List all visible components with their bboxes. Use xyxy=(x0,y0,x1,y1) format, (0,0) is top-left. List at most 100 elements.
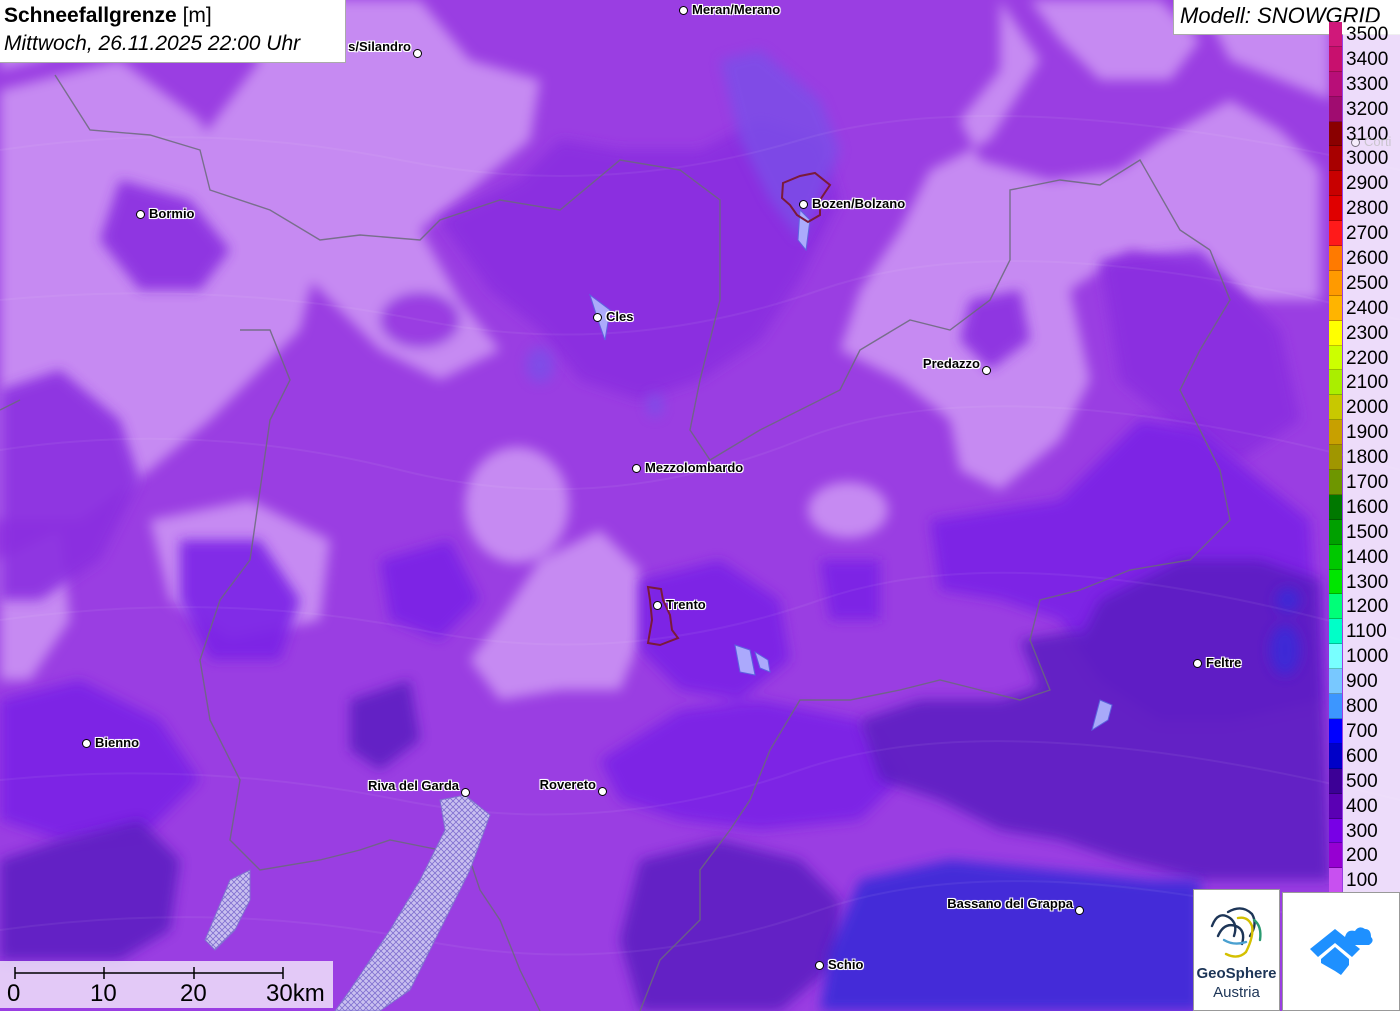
color-legend: 3500 3400 3300 3200 3100 3000 2900 2800 2700 2600… xyxy=(1329,22,1400,894)
legend-swatch xyxy=(1329,669,1342,695)
scale-label-20: 20 xyxy=(180,980,207,1007)
legend-swatch xyxy=(1329,221,1342,247)
city-label[interactable]: Bassano del Grappa xyxy=(947,896,1073,911)
city-marker[interactable] xyxy=(461,788,470,797)
city-label[interactable]: Mezzolombardo xyxy=(645,460,743,475)
legend-swatch xyxy=(1329,494,1342,520)
legend-swatch xyxy=(1329,171,1342,197)
legend-row: 2800 xyxy=(1329,196,1400,222)
legend-label: 2300 xyxy=(1343,320,1400,346)
city-label[interactable]: Riva del Garda xyxy=(368,778,459,793)
legend-swatch xyxy=(1329,320,1342,346)
legend-row: 2900 xyxy=(1329,171,1400,197)
legend-row: 800 xyxy=(1329,694,1400,719)
geosphere-logo[interactable]: GeoSphere Austria xyxy=(1193,889,1280,1011)
legend-swatch xyxy=(1329,420,1342,446)
legend-row: 700 xyxy=(1329,718,1400,744)
legend-row: 1900 xyxy=(1329,420,1400,446)
legend-row: 3400 xyxy=(1329,46,1400,72)
legend-label: 2500 xyxy=(1343,270,1400,296)
legend-label: 800 xyxy=(1343,694,1400,719)
legend-row: 1100 xyxy=(1329,619,1400,645)
legend-label: 1500 xyxy=(1343,519,1400,545)
legend-swatch xyxy=(1329,768,1342,794)
legend-label: 500 xyxy=(1343,768,1400,794)
legend-label: 2100 xyxy=(1343,370,1400,396)
legend-swatch xyxy=(1329,22,1342,47)
city-marker[interactable] xyxy=(136,210,145,219)
legend-label: 1400 xyxy=(1343,544,1400,570)
legend-label: 1100 xyxy=(1343,619,1400,645)
city-marker[interactable] xyxy=(632,464,641,473)
city-label[interactable]: Corti xyxy=(1364,134,1391,149)
city-label[interactable]: Bozen/Bolzano xyxy=(812,196,905,211)
city-marker[interactable] xyxy=(1193,659,1202,668)
legend-row: 1000 xyxy=(1329,644,1400,670)
legend-label: 1600 xyxy=(1343,494,1400,520)
scale-label-0: 0 xyxy=(7,980,21,1007)
city-marker[interactable] xyxy=(799,200,808,209)
legend-row: 2400 xyxy=(1329,295,1400,321)
city-label[interactable]: Bienno xyxy=(95,735,139,750)
legend-label: 900 xyxy=(1343,669,1400,695)
legend-row: 2300 xyxy=(1329,320,1400,346)
city-marker[interactable] xyxy=(1075,906,1084,915)
geosphere-logo-text: GeoSphere xyxy=(1196,965,1277,982)
app-logo[interactable] xyxy=(1282,892,1400,1011)
city-label[interactable]: Bormio xyxy=(149,206,195,221)
legend-swatch xyxy=(1329,395,1342,421)
legend-swatch xyxy=(1329,743,1342,769)
legend-label: 3000 xyxy=(1343,146,1400,172)
legend-row: 1500 xyxy=(1329,519,1400,545)
legend-label: 300 xyxy=(1343,818,1400,844)
house-cloud-icon xyxy=(1310,927,1373,975)
legend-row: 1400 xyxy=(1329,544,1400,570)
city-marker[interactable] xyxy=(413,49,422,58)
legend-swatch xyxy=(1329,793,1342,819)
geosphere-logo-icon xyxy=(1210,907,1262,958)
legend-swatch xyxy=(1329,121,1342,147)
legend-swatch xyxy=(1329,196,1342,222)
map-title: Schneefallgrenze [m] xyxy=(4,4,212,27)
legend-row: 900 xyxy=(1329,669,1400,695)
city-marker[interactable] xyxy=(593,313,602,322)
legend-row: 2200 xyxy=(1329,345,1400,371)
legend-label: 3300 xyxy=(1343,71,1400,97)
legend-swatch xyxy=(1329,270,1342,296)
legend-label: 1900 xyxy=(1343,420,1400,446)
city-marker[interactable] xyxy=(598,787,607,796)
city-marker[interactable] xyxy=(1351,138,1360,147)
city-label[interactable]: Schio xyxy=(828,957,863,972)
legend-label: 100 xyxy=(1343,868,1400,894)
city-marker[interactable] xyxy=(82,739,91,748)
legend-swatch xyxy=(1329,246,1342,271)
city-marker[interactable] xyxy=(815,961,824,970)
scale-label-30km: 30km xyxy=(266,980,325,1007)
snowfall-limit-map[interactable] xyxy=(0,0,1400,1011)
map-title-box: Schneefallgrenze [m] Mittwoch, 26.11.202… xyxy=(0,0,346,63)
legend-label: 600 xyxy=(1343,743,1400,769)
city-label[interactable]: Cles xyxy=(606,309,633,324)
city-label[interactable]: Meran/Merano xyxy=(692,2,780,17)
legend-row: 2100 xyxy=(1329,370,1400,396)
legend-label: 2700 xyxy=(1343,221,1400,247)
legend-row: 2500 xyxy=(1329,270,1400,296)
city-marker[interactable] xyxy=(653,601,662,610)
legend-label: 1300 xyxy=(1343,569,1400,595)
city-label[interactable]: Predazzo xyxy=(923,356,980,371)
legend-label: 3500 xyxy=(1343,22,1400,47)
city-label[interactable]: Feltre xyxy=(1206,655,1241,670)
legend-label: 700 xyxy=(1343,718,1400,744)
city-label[interactable]: Rovereto xyxy=(540,777,596,792)
legend-row: 2600 xyxy=(1329,246,1400,271)
legend-row: 200 xyxy=(1329,843,1400,869)
legend-row: 1200 xyxy=(1329,594,1400,620)
legend-swatch xyxy=(1329,46,1342,72)
legend-row: 1800 xyxy=(1329,445,1400,471)
city-marker[interactable] xyxy=(982,366,991,375)
legend-row: 400 xyxy=(1329,793,1400,819)
city-label[interactable]: Trento xyxy=(666,597,706,612)
city-marker[interactable] xyxy=(679,6,688,15)
legend-swatch xyxy=(1329,146,1342,172)
city-label[interactable]: s/Silandro xyxy=(348,39,411,54)
